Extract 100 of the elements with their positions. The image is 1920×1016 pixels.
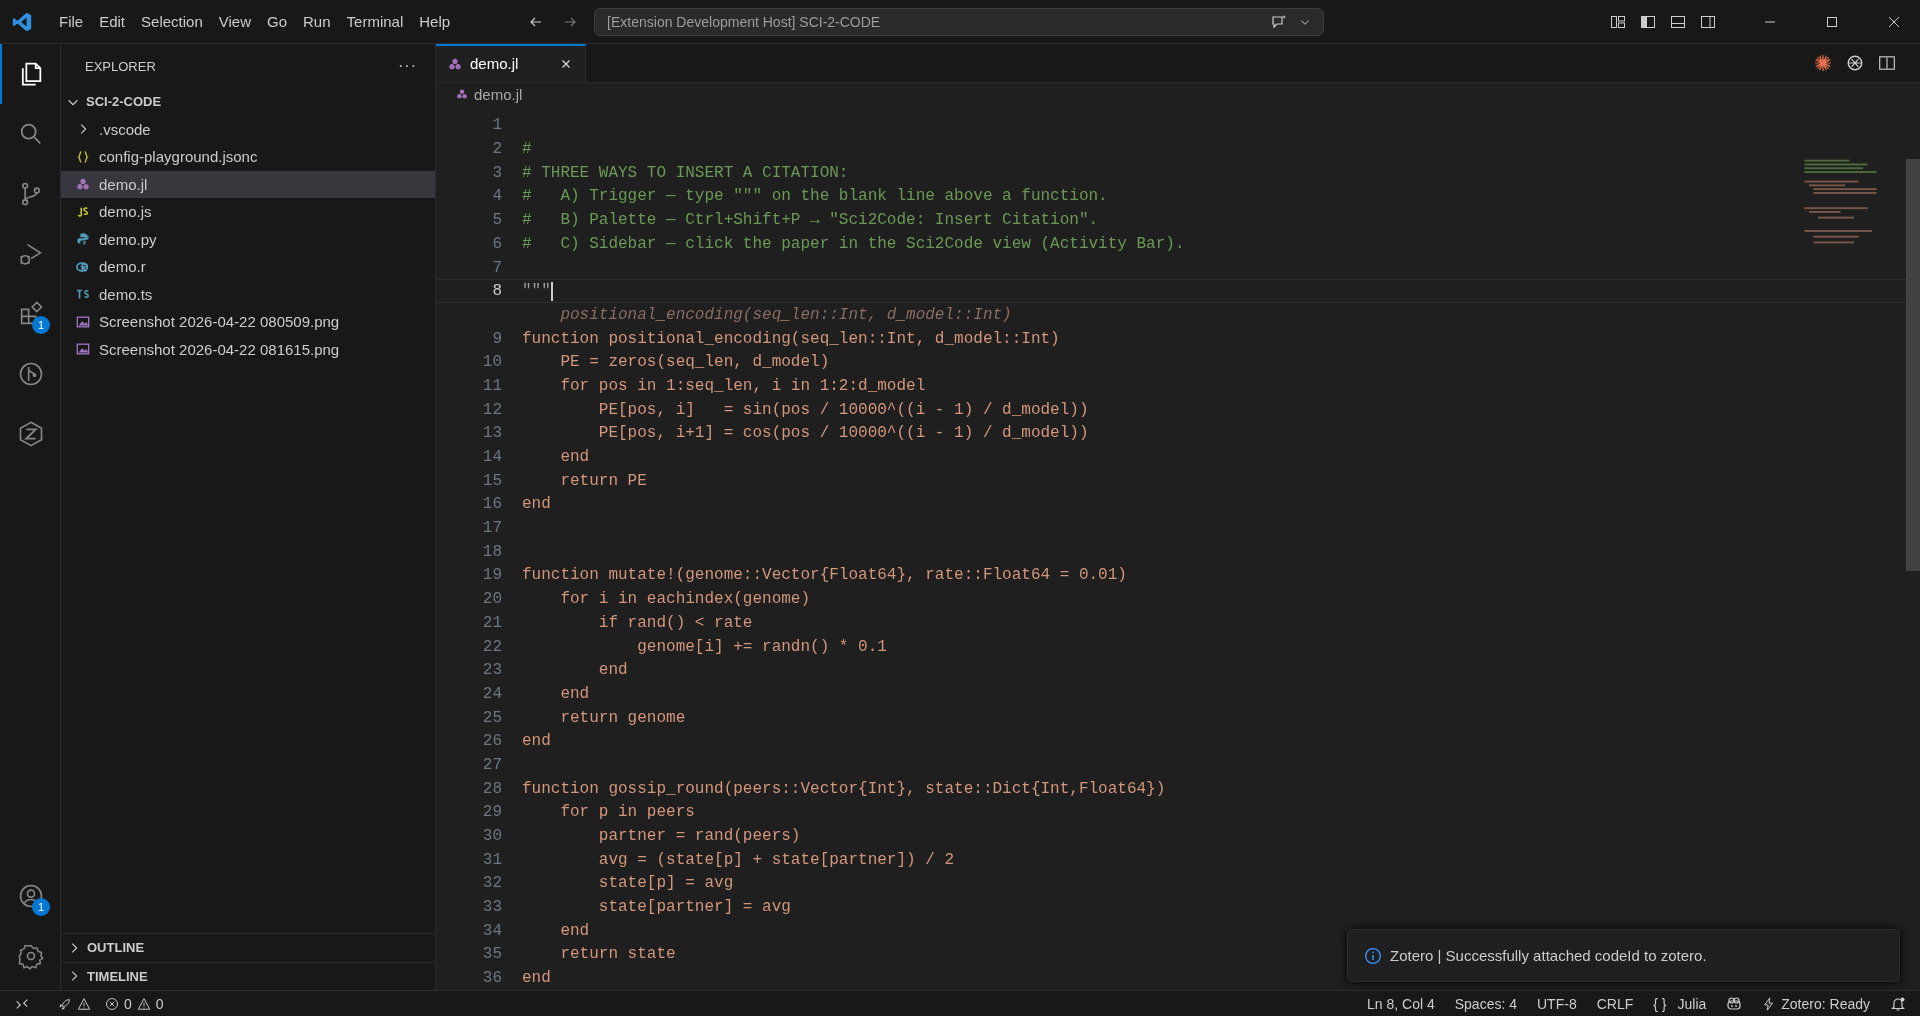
line-number: 23 <box>482 661 502 680</box>
tree-item[interactable]: Screenshot 2026-04-22 080509.png <box>61 308 435 336</box>
tree-item[interactable]: demo.ts <box>61 280 435 308</box>
code-line: partner = rand(peers) <box>597 827 801 846</box>
code-line: # <box>522 140 532 159</box>
code-line: # C) Sidebar — click the paper in the Sci2Code view (Activity Bar). <box>522 234 1185 253</box>
settings-icon <box>17 942 45 970</box>
tree-item[interactable]: demo.jl <box>61 170 435 198</box>
code-line: PE[pos, i+1] = cos(pos / 10000^((i - 1) / d_model)) <box>597 424 1089 443</box>
menu-item[interactable]: Selection <box>133 9 211 34</box>
line-number: 10 <box>482 353 502 372</box>
code-line: function positional_encoding(seq_len::Int, d_model::Int) <box>522 329 1060 348</box>
error-icon <box>105 996 119 1011</box>
bell-icon[interactable] <box>1890 995 1906 1012</box>
braces-icon <box>76 149 90 164</box>
tree-item[interactable]: demo.r <box>61 253 435 281</box>
js-file-icon <box>76 204 90 219</box>
line-number: 28 <box>482 779 502 798</box>
warning-icon <box>136 996 151 1011</box>
image-file-icon <box>76 314 90 329</box>
toggle-panel-icon[interactable] <box>1670 13 1686 30</box>
line-number: 18 <box>482 542 502 561</box>
line-number: 30 <box>482 827 502 846</box>
split-editor-icon[interactable] <box>1878 53 1896 72</box>
menu-item[interactable]: Go <box>259 9 295 34</box>
tree-item[interactable]: demo.py <box>61 225 435 253</box>
line-number: 11 <box>482 376 502 395</box>
status-item[interactable]: Spaces: 4 <box>1454 995 1517 1012</box>
code-line: end <box>559 684 590 703</box>
code-line: state[p] = avg <box>597 874 734 893</box>
chat-sparkle-icon[interactable] <box>1271 13 1288 30</box>
menu-item[interactable]: Run <box>295 9 339 34</box>
breadcrumb[interactable]: demo.jl <box>474 85 523 103</box>
section-header[interactable]: OUTLINE <box>61 933 435 962</box>
tree-item[interactable]: .vscode <box>61 115 435 143</box>
code-line: if rand() < rate <box>597 613 753 632</box>
code-line: for i in eachindex(genome) <box>559 590 811 609</box>
tree-item[interactable]: demo.js <box>61 198 435 226</box>
line-number: 2 <box>492 140 502 159</box>
ghost-text: positional_encoding(seq_len::Int, d_model::Int) <box>559 305 1012 324</box>
menu-item[interactable]: Edit <box>91 9 134 34</box>
line-number: 17 <box>482 519 502 538</box>
line-number: 16 <box>482 495 502 514</box>
layout-icon[interactable] <box>1610 13 1626 30</box>
tree-item[interactable]: config-playground.jsonc <box>61 143 435 171</box>
code-line: return PE <box>559 471 647 490</box>
line-number: 8 <box>492 282 502 301</box>
status-item[interactable]: Ln 8, Col 4 <box>1367 995 1435 1012</box>
scrollbar[interactable] <box>1906 159 1920 571</box>
three-dots-icon <box>456 88 468 101</box>
toggle-secondary-sidebar-icon[interactable] <box>1700 13 1716 30</box>
account-icon <box>17 882 45 910</box>
line-number: 1 <box>492 116 502 135</box>
rocket-icon[interactable] <box>58 996 72 1011</box>
graph-icon <box>17 360 45 388</box>
line-number: 5 <box>492 211 502 230</box>
status-item[interactable]: CRLF <box>1596 995 1634 1012</box>
menu-item[interactable]: Terminal <box>338 9 412 34</box>
code-line: PE[pos, i] = sin(pos / 10000^((i - 1) / d_model)) <box>597 400 1089 419</box>
code-line: end <box>559 921 590 940</box>
error-count: 0 <box>124 995 132 1012</box>
menu-item[interactable]: File <box>51 9 92 34</box>
status-item[interactable]: UTF-8 <box>1537 995 1577 1012</box>
line-number: 6 <box>492 234 502 253</box>
line-number: 36 <box>482 969 502 988</box>
zotero-status[interactable]: Zotero: Ready <box>1762 995 1870 1012</box>
more-actions-button[interactable]: ··· <box>398 57 417 75</box>
code-line: end <box>522 969 551 988</box>
line-number: 29 <box>482 803 502 822</box>
tree-item[interactable]: Screenshot 2026-04-22 081615.png <box>61 335 435 363</box>
code-line: function mutate!(genome::Vector{Float64}, rate::Float64 = 0.01) <box>522 566 1127 585</box>
line-number: 7 <box>492 258 502 277</box>
code-line: genome[i] += randn() * 0.1 <box>636 637 887 656</box>
menu-item[interactable]: Help <box>411 9 459 34</box>
menu-item[interactable]: View <box>210 9 259 34</box>
language-mode[interactable]: Julia <box>1677 995 1707 1012</box>
warning-icon[interactable] <box>77 996 91 1011</box>
problems-button[interactable]: 0 0 <box>105 995 164 1012</box>
line-number: 22 <box>482 637 502 656</box>
text-cursor <box>550 281 553 301</box>
r-file-icon <box>76 259 90 274</box>
command-center[interactable]: [Extension Development Host] SCI-2-CODE <box>594 7 1325 36</box>
starburst-icon[interactable] <box>1814 53 1832 72</box>
toggle-sidebar-icon[interactable] <box>1640 13 1656 30</box>
line-number: 3 <box>492 163 502 182</box>
code-line: # B) Palette — Ctrl+Shift+P → "Sci2Code: Insert Citation". <box>522 211 1099 230</box>
editor-tab[interactable]: demo.jl <box>436 44 586 82</box>
line-number: 20 <box>482 590 502 609</box>
knot-icon[interactable] <box>1846 53 1864 72</box>
image-file-icon <box>76 342 90 357</box>
braces-icon: { } <box>1653 995 1667 1012</box>
line-number: 13 <box>482 424 502 443</box>
activity-bar-item[interactable]: 1 <box>0 284 60 344</box>
folder-header[interactable]: SCI-2-CODE <box>61 88 435 116</box>
line-number: 32 <box>482 874 502 893</box>
code-line: # THREE WAYS TO INSERT A CITATION: <box>522 163 849 182</box>
copilot-icon[interactable] <box>1726 995 1743 1012</box>
activity-bar-item[interactable]: 1 <box>0 866 60 926</box>
line-number: 24 <box>482 684 502 703</box>
line-number: 19 <box>482 566 502 585</box>
